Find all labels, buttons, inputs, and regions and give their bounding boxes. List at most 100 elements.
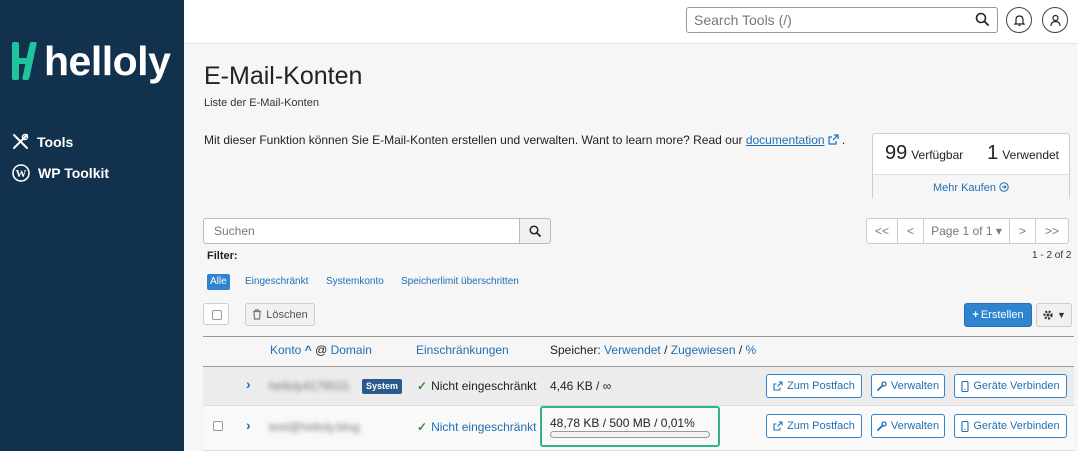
select-all-checkbox[interactable] [203,303,229,325]
wrench-icon [876,421,887,431]
manage-button[interactable]: Verwalten [871,414,945,438]
tool-search-input[interactable] [686,7,998,33]
mobile-icon [961,420,969,432]
col-header-account[interactable]: Konto ^ @ Domain [270,343,372,357]
page-title: E-Mail-Konten [204,62,363,90]
settings-dropdown[interactable]: ▼ [1036,303,1072,327]
user-icon [1049,14,1061,26]
storage-highlight [540,406,720,447]
col-header-storage: Speicher: Verwendet / Zugewiesen / % [550,343,756,357]
create-label: Erstellen [980,309,1024,321]
sort-up-icon: ^ [304,343,312,357]
mailbox-button[interactable]: Zum Postfach [766,374,862,398]
manage-button[interactable]: Verwalten [871,374,945,398]
restriction-status: ✓ Nicht eingeschränkt [417,379,536,393]
sort-used-link[interactable]: Verwendet [604,343,661,357]
row-checkbox[interactable] [213,421,223,431]
next-page-button[interactable]: > [1009,218,1036,244]
intro-body: Mit dieser Funktion können Sie E-Mail-Ko… [204,133,746,147]
brand-name: helloly [44,37,171,84]
filter-storage-exceeded[interactable]: Speicherlimit überschritten [398,274,522,290]
search-button[interactable] [519,218,551,244]
search-icon[interactable] [975,12,989,26]
used-stat: 1 Verwendet [987,142,1059,165]
documentation-link-label: documentation [745,133,825,147]
filter-restricted[interactable]: Eingeschränkt [242,274,311,290]
trash-icon [253,309,262,320]
delete-label: Löschen [266,308,308,321]
user-menu-button[interactable] [1042,7,1068,33]
at-sign: @ [315,343,328,357]
search-icon [529,225,541,237]
used-label: Verwendet [1002,148,1060,162]
table-header-divider [203,336,1074,337]
available-count: 99 [884,142,908,164]
logo-mark-icon [10,40,40,82]
page-select[interactable]: Page 1 of 1 ▾ [923,218,1010,244]
page-label: Page 1 of 1 [931,224,993,238]
last-page-button[interactable]: >> [1035,218,1069,244]
col-header-restrictions[interactable]: Einschränkungen [416,343,509,357]
filter-label: Filter: [207,250,238,262]
sidebar: helloly Tools W WP Toolkit [0,0,184,451]
documentation-link[interactable]: documentation [746,133,839,147]
sort-domain-link[interactable]: Domain [331,343,372,357]
mailbox-label: Zum Postfach [787,380,855,392]
connect-devices-button[interactable]: Geräte Verbinden [954,414,1067,438]
wrench-icon [876,381,887,391]
sidebar-item-label: Tools [37,133,74,150]
expand-chevron-icon[interactable]: › [246,417,251,433]
external-link-icon [773,421,783,431]
sort-restrictions-link[interactable]: Einschränkungen [416,343,509,357]
restriction-link[interactable]: Nicht eingeschränkt [431,420,536,434]
restriction-label: Nicht eingeschränkt [431,379,537,393]
storage-value: 4,46 KB / ∞ [550,379,612,393]
account-name[interactable]: helloly4176531 [269,379,350,393]
filter-system-account[interactable]: Systemkonto [323,274,387,290]
brand-logo[interactable]: helloly [10,37,171,84]
intro-text: Mit dieser Funktion können Sie E-Mail-Ko… [204,133,845,147]
first-page-button[interactable]: << [866,218,898,244]
top-bar [184,0,1078,44]
available-stat: 99 Verfügbar [885,142,963,165]
sidebar-item-label: WP Toolkit [38,165,110,181]
external-link-icon [827,134,839,145]
arrow-circle-icon [999,182,1009,192]
system-badge: System [362,379,403,394]
mailbox-button[interactable]: Zum Postfach [766,414,862,438]
mobile-icon [961,380,969,392]
sidebar-item-wp-toolkit[interactable]: W WP Toolkit [12,164,109,182]
plus-icon: + [972,309,979,321]
connect-devices-label: Geräte Verbinden [973,380,1060,392]
sort-assigned-link[interactable]: Zugewiesen [671,343,736,357]
filter-all[interactable]: Alle [207,274,230,290]
account-name[interactable]: test@helloly.blog [269,420,360,434]
notifications-button[interactable] [1006,7,1032,33]
storage-separator: / [738,343,743,357]
sort-account-link[interactable]: Konto [270,343,301,357]
storage-separator: / [664,343,668,357]
used-count: 1 [987,142,999,164]
buy-more-label: Mehr Kaufen [932,182,996,194]
create-button[interactable]: + Erstellen [964,303,1032,327]
prev-page-button[interactable]: < [897,218,924,244]
sort-percent-link[interactable]: % [746,343,757,357]
delete-button[interactable]: Löschen [245,303,315,326]
expand-chevron-icon[interactable]: › [246,376,251,392]
page-subtitle: Liste der E-Mail-Konten [204,97,319,109]
intro-end: . [838,133,846,147]
account-search-input[interactable] [203,218,520,244]
tools-icon [13,133,29,149]
buy-more-link[interactable]: Mehr Kaufen [873,174,1069,200]
table-row: › helloly4176531 System ✓ Nicht eingeschr… [203,366,1074,406]
connect-devices-button[interactable]: Geräte Verbinden [954,374,1067,398]
manage-label: Verwalten [890,380,940,392]
account-stats: 99 Verfügbar 1 Verwendet Mehr Kaufen [872,133,1070,200]
pagination: << < Page 1 of 1 ▾ > >> [866,218,1069,244]
restriction-status[interactable]: ✓ Nicht eingeschränkt [417,420,536,434]
check-icon: ✓ [417,420,428,434]
connect-devices-label: Geräte Verbinden [973,420,1060,432]
check-icon: ✓ [417,379,428,393]
sidebar-item-tools[interactable]: Tools [12,133,73,150]
manage-label: Verwalten [890,420,940,432]
